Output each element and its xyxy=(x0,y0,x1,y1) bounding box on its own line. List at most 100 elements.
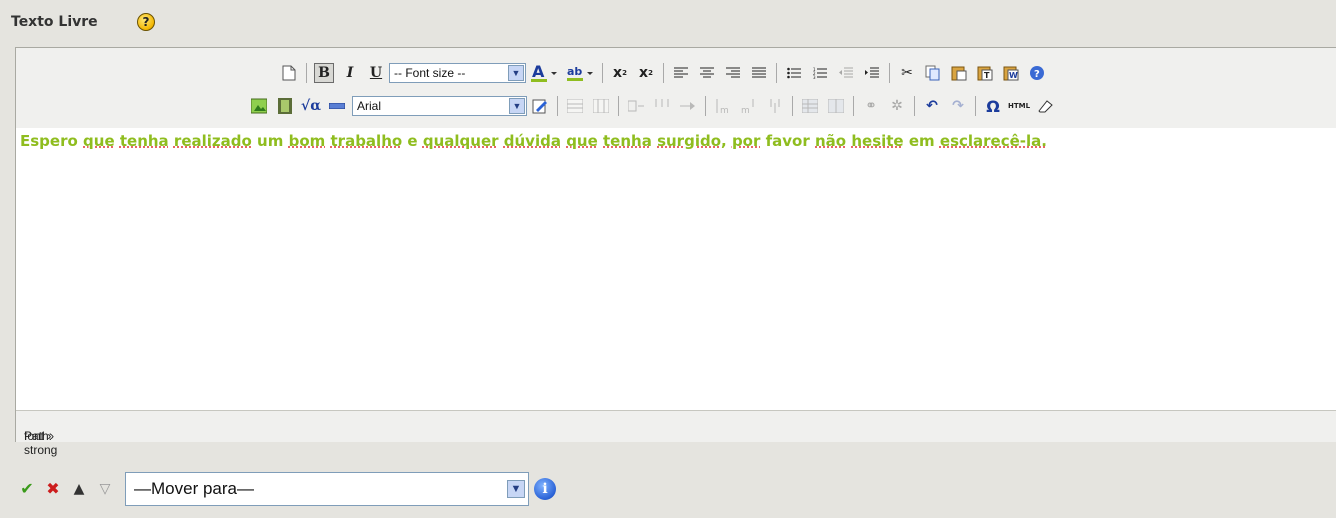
section-header: Texto Livre ? xyxy=(0,0,1336,47)
content-word: em xyxy=(908,132,935,150)
toolbar-separator xyxy=(792,96,793,116)
style-icon[interactable] xyxy=(530,96,550,116)
table-icon[interactable] xyxy=(565,96,585,116)
move-up-icon[interactable]: ▲ xyxy=(70,480,88,498)
move-to-label: —Mover para— xyxy=(134,478,254,498)
info-icon[interactable]: i xyxy=(534,477,556,500)
svg-text:?: ? xyxy=(1034,69,1040,80)
content-word: não xyxy=(815,132,847,150)
svg-text:ab: ab xyxy=(567,65,582,78)
toolbar-separator xyxy=(557,96,558,116)
toolbar-separator xyxy=(618,96,619,116)
table-icon[interactable] xyxy=(826,96,846,116)
html-icon[interactable]: HTML xyxy=(1008,96,1030,116)
editor-content[interactable]: Espero que tenha realizado um bom trabal… xyxy=(16,128,1336,410)
paste-text-icon[interactable]: T xyxy=(975,63,995,83)
move-down-icon[interactable]: ▽ xyxy=(96,480,114,498)
content-word: e xyxy=(407,132,418,150)
toolbar-separator xyxy=(705,96,706,116)
content-word: tenha xyxy=(603,132,652,150)
align-left-icon[interactable] xyxy=(671,63,691,83)
chevron-down-icon[interactable]: ▼ xyxy=(508,65,524,81)
redo-icon[interactable]: ↷ xyxy=(948,96,968,116)
chevron-down-icon[interactable]: ▼ xyxy=(507,479,525,498)
outdent-icon[interactable] xyxy=(836,63,856,83)
content-word: realizado xyxy=(173,132,252,150)
path-value[interactable]: font » strong xyxy=(24,429,57,457)
toolbar-separator xyxy=(663,63,664,83)
section-title: Texto Livre xyxy=(11,14,98,30)
editor-toolbar: B I U -- Font size -- ▼ A ab x2 x2 123 ✂… xyxy=(16,48,1336,129)
link-icon[interactable]: ⚭ xyxy=(861,96,881,116)
underline-icon[interactable]: U xyxy=(366,63,386,83)
font-color-icon[interactable]: A xyxy=(529,63,559,83)
content-word: que xyxy=(83,132,115,150)
question-icon[interactable]: ? xyxy=(137,13,155,31)
content-word: favor xyxy=(765,132,810,150)
table-col-icon[interactable] xyxy=(678,96,698,116)
table-row-icon[interactable]: m xyxy=(739,96,759,116)
content-word: esclarecê-la. xyxy=(939,132,1047,150)
toolbar-separator xyxy=(306,63,307,83)
media-icon[interactable] xyxy=(275,96,295,116)
table-row-icon[interactable]: m xyxy=(713,96,733,116)
copy-icon[interactable] xyxy=(923,63,943,83)
toolbar-row-2: √α Arial ▼ m m ⚭ ✲ ↶ ↷ Ω HTML xyxy=(246,92,1058,120)
table-row-icon[interactable] xyxy=(652,96,672,116)
font-family-value: Arial xyxy=(357,99,382,113)
special-char-icon[interactable]: Ω xyxy=(983,96,1003,116)
align-center-icon[interactable] xyxy=(697,63,717,83)
rich-text-editor: B I U -- Font size -- ▼ A ab x2 x2 123 ✂… xyxy=(15,47,1336,457)
font-size-label: -- Font size -- xyxy=(394,66,466,80)
bullet-list-icon[interactable] xyxy=(784,63,804,83)
paste-icon[interactable] xyxy=(949,63,969,83)
svg-text:A: A xyxy=(532,63,545,81)
new-document-icon[interactable] xyxy=(279,63,299,83)
toolbar-separator xyxy=(602,63,603,83)
cut-icon[interactable]: ✂ xyxy=(897,63,917,83)
highlight-icon[interactable]: ab xyxy=(565,63,595,83)
svg-text:3: 3 xyxy=(813,75,816,79)
toolbar-separator xyxy=(889,63,890,83)
align-right-icon[interactable] xyxy=(723,63,743,83)
svg-text:T: T xyxy=(984,71,990,80)
content-word: hesite xyxy=(851,132,904,150)
content-word: surgido, xyxy=(657,132,727,150)
numbered-list-icon[interactable]: 123 xyxy=(810,63,830,83)
help-icon[interactable]: ? xyxy=(1027,63,1047,83)
table-col-icon[interactable] xyxy=(626,96,646,116)
undo-icon[interactable]: ↶ xyxy=(922,96,942,116)
equation-icon[interactable]: √α xyxy=(301,96,321,116)
content-text: Espero que tenha realizado um bom trabal… xyxy=(20,132,1047,150)
horizontal-rule-icon[interactable] xyxy=(327,96,347,116)
item-controls: ✔ ✖ ▲ ▽ —Mover para— ▼ i xyxy=(18,471,556,506)
image-icon[interactable] xyxy=(249,96,269,116)
delete-icon[interactable]: ✖ xyxy=(44,479,62,498)
superscript-icon[interactable]: x2 xyxy=(636,63,656,83)
font-family-select[interactable]: Arial ▼ xyxy=(352,96,527,116)
table-col-icon[interactable] xyxy=(765,96,785,116)
unlink-icon[interactable]: ✲ xyxy=(887,96,907,116)
toolbar-separator xyxy=(914,96,915,116)
move-to-select[interactable]: —Mover para— ▼ xyxy=(125,471,529,506)
eraser-icon[interactable] xyxy=(1035,96,1055,116)
subscript-icon[interactable]: x2 xyxy=(610,63,630,83)
chevron-down-icon[interactable]: ▼ xyxy=(509,98,525,114)
table-row-icon[interactable] xyxy=(591,96,611,116)
toolbar-separator xyxy=(853,96,854,116)
paste-word-icon[interactable]: W xyxy=(1001,63,1021,83)
italic-icon[interactable]: I xyxy=(340,63,360,83)
content-word: qualquer xyxy=(422,132,499,150)
content-word: dúvida xyxy=(503,132,561,150)
indent-icon[interactable] xyxy=(862,63,882,83)
bold-icon[interactable]: B xyxy=(314,63,334,83)
svg-text:m: m xyxy=(720,106,729,113)
font-size-select[interactable]: -- Font size -- ▼ xyxy=(389,63,526,83)
content-word: por xyxy=(731,132,761,150)
content-word: um xyxy=(257,132,284,150)
toolbar-row-1: B I U -- Font size -- ▼ A ab x2 x2 123 ✂… xyxy=(276,59,1050,87)
table-icon[interactable] xyxy=(800,96,820,116)
justify-icon[interactable] xyxy=(749,63,769,83)
check-icon[interactable]: ✔ xyxy=(18,479,36,498)
content-word: tenha xyxy=(119,132,169,150)
